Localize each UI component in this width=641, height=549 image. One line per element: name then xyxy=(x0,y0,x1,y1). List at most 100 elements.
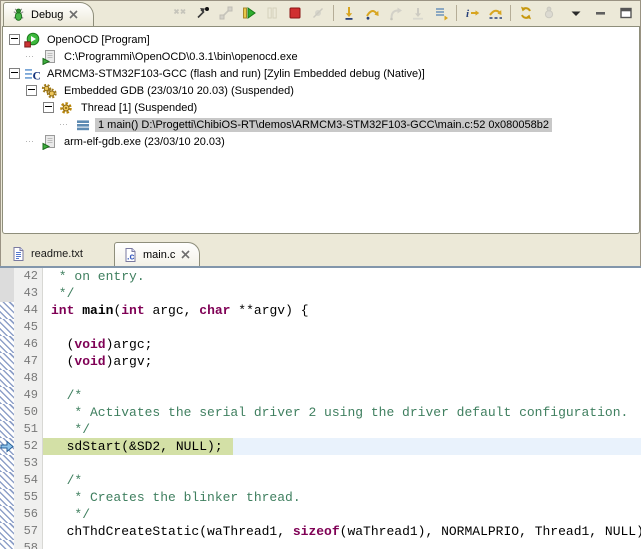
tree-expander-icon[interactable] xyxy=(9,68,20,79)
code-line: 55 * Creates the blinker thread. xyxy=(0,489,641,506)
text-file-icon xyxy=(10,246,26,262)
refresh-debug-views-icon[interactable] xyxy=(515,3,537,23)
instruction-pointer-icon xyxy=(0,438,14,455)
tree-item-label: ARMCM3-STM32F103-GCC (flash and run) [Zy… xyxy=(44,67,428,81)
maximize-view-icon[interactable] xyxy=(615,3,637,23)
line-number: 55 xyxy=(14,489,43,506)
line-number: 45 xyxy=(14,319,43,336)
eclipse-debug-perspective: Debug i OpenOCD [Program] C:\Programmi\Op… xyxy=(0,0,641,549)
tree-item-label: Thread [1] (Suspended) xyxy=(78,101,200,115)
line-number: 48 xyxy=(14,370,43,387)
code-text: * Creates the blinker thread. xyxy=(43,489,641,506)
terminate-icon[interactable] xyxy=(284,3,306,23)
code-text: * on entry. xyxy=(43,268,641,285)
line-number: 50 xyxy=(14,404,43,421)
line-number: 44 xyxy=(14,302,43,319)
code-text: (void)argv; xyxy=(43,353,641,370)
c-file-icon: .c xyxy=(122,247,138,263)
code-line: 53 xyxy=(0,455,641,472)
code-line: 54 /* xyxy=(0,472,641,489)
debug-current-line-highlight: sdStart(&SD2, NULL); xyxy=(43,438,233,455)
code-line: 49 /* xyxy=(0,387,641,404)
annotation-ruler xyxy=(0,370,14,387)
tree-guide-line xyxy=(26,141,35,142)
debug-tree-item[interactable]: C:\Programmi\OpenOCD\0.3.1\bin\openocd.e… xyxy=(3,48,639,65)
toolbar-separator xyxy=(456,5,457,21)
remove-all-terminated-icon xyxy=(169,3,191,23)
debug-tree-item[interactable]: OpenOCD [Program] xyxy=(3,31,639,48)
close-tab-icon[interactable] xyxy=(180,249,191,260)
suspend-icon xyxy=(261,3,283,23)
annotation-ruler xyxy=(0,540,14,549)
editor-tab-label: main.c xyxy=(143,249,175,261)
drop-to-frame-icon xyxy=(407,3,429,23)
line-number: 54 xyxy=(14,472,43,489)
annotation-ruler xyxy=(0,387,14,404)
code-text: chThdCreateStatic(waThread1, sizeof(waTh… xyxy=(43,523,641,540)
debug-toolbar: i xyxy=(169,3,637,23)
close-view-icon[interactable] xyxy=(68,9,79,20)
code-text xyxy=(43,319,641,336)
code-text: /* xyxy=(43,387,641,404)
annotation-ruler xyxy=(0,523,14,540)
line-number: 42 xyxy=(14,268,43,285)
debug-bug-icon xyxy=(11,7,26,22)
debug-tree-item[interactable]: 1 main() D:\Progetti\ChibiOS-RT\demos\AR… xyxy=(3,116,639,133)
line-number: 57 xyxy=(14,523,43,540)
tree-item-label: C:\Programmi\OpenOCD\0.3.1\bin\openocd.e… xyxy=(61,50,301,64)
editor-tab-readme-txt[interactable]: readme.txt xyxy=(3,243,91,265)
debug-tree-panel[interactable]: OpenOCD [Program] C:\Programmi\OpenOCD\0.… xyxy=(2,26,640,234)
code-line: 42 * on entry. xyxy=(0,268,641,285)
code-line: 57 chThdCreateStatic(waThread1, sizeof(w… xyxy=(0,523,641,540)
tree-item-label: 1 main() D:\Progetti\ChibiOS-RT\demos\AR… xyxy=(95,118,552,132)
tree-expander-icon[interactable] xyxy=(26,85,37,96)
code-line: 46 (void)argc; xyxy=(0,336,641,353)
code-line: 48 xyxy=(0,370,641,387)
code-line-current: 52 sdStart(&SD2, NULL); xyxy=(0,438,641,455)
debug-tree-item[interactable]: Embedded GDB (23/03/10 20.03) (Suspended… xyxy=(3,82,639,99)
debug-view-tab[interactable]: Debug xyxy=(3,2,94,26)
code-line: 58 xyxy=(0,540,641,549)
code-line: 44int main(int argc, char **argv) { xyxy=(0,302,641,319)
debug-tree-item[interactable]: arm-elf-gdb.exe (23/03/10 20.03) xyxy=(3,133,639,150)
code-line: 43 */ xyxy=(0,285,641,302)
terminate-and-relaunch-icon xyxy=(307,3,329,23)
view-menu-icon[interactable] xyxy=(565,3,587,23)
debug-tree-item[interactable]: Thread [1] (Suspended) xyxy=(3,99,639,116)
annotation-ruler xyxy=(0,353,14,370)
toolbar-separator xyxy=(510,5,511,21)
tree-expander-icon[interactable] xyxy=(9,34,20,45)
process-icon xyxy=(41,49,57,65)
debug-tree: OpenOCD [Program] C:\Programmi\OpenOCD\0.… xyxy=(3,27,639,150)
svg-text:i: i xyxy=(466,8,470,20)
resume-icon[interactable] xyxy=(238,3,260,23)
tree-guide-line xyxy=(26,56,35,57)
line-number: 56 xyxy=(14,506,43,523)
annotation-ruler xyxy=(0,404,14,421)
thread-icon xyxy=(58,100,74,116)
debug-view-tabrow: Debug i xyxy=(0,0,641,26)
code-line: 45 xyxy=(0,319,641,336)
resume-at-line-icon[interactable] xyxy=(484,3,506,23)
annotation-ruler xyxy=(0,268,14,285)
annotation-ruler xyxy=(0,455,14,472)
code-editor[interactable]: 42 * on entry.43 */44int main(int argc, … xyxy=(0,268,641,549)
code-text xyxy=(43,455,641,472)
restart-icon[interactable] xyxy=(192,3,214,23)
editor-tab-main-c[interactable]: .c main.c xyxy=(114,242,200,266)
debug-tree-item[interactable]: CARMCM3-STM32F103-GCC (flash and run) [Z… xyxy=(3,65,639,82)
instruction-stepping-mode-icon[interactable]: i xyxy=(461,3,483,23)
step-over-icon[interactable] xyxy=(361,3,383,23)
step-return-icon xyxy=(384,3,406,23)
use-step-filters-icon[interactable] xyxy=(430,3,452,23)
disconnect-icon xyxy=(215,3,237,23)
svg-text:C: C xyxy=(33,68,41,82)
minimize-view-icon[interactable] xyxy=(590,3,612,23)
step-into-icon[interactable] xyxy=(338,3,360,23)
tree-expander-icon[interactable] xyxy=(43,102,54,113)
code-text: * Activates the serial driver 2 using th… xyxy=(43,404,641,421)
line-number: 51 xyxy=(14,421,43,438)
tree-item-label: arm-elf-gdb.exe (23/03/10 20.03) xyxy=(61,135,228,149)
stack-frame-icon xyxy=(75,117,91,133)
code-line: 47 (void)argv; xyxy=(0,353,641,370)
